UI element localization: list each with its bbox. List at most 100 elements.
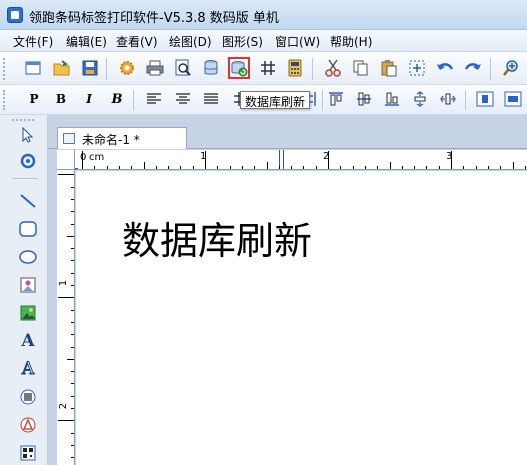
select-all-icon bbox=[409, 60, 425, 76]
vertical-ruler[interactable]: 1 2 bbox=[57, 170, 75, 465]
menu-shape[interactable]: 图形(S) bbox=[222, 33, 263, 50]
ruler-tick bbox=[67, 235, 74, 237]
ruler-tick bbox=[71, 457, 74, 459]
align-middle-button[interactable] bbox=[353, 88, 375, 110]
bold-italic-button[interactable]: B bbox=[106, 88, 128, 110]
ruler-tick bbox=[475, 166, 477, 169]
italic-button[interactable]: I bbox=[78, 88, 100, 110]
bold-button[interactable]: B bbox=[50, 88, 72, 110]
picture-icon bbox=[20, 305, 36, 321]
ruler-tick bbox=[71, 444, 74, 446]
ruler-tick bbox=[94, 166, 96, 169]
align-center-icon bbox=[176, 93, 190, 104]
ruler-tick bbox=[291, 166, 293, 169]
barcode-tool[interactable] bbox=[16, 385, 40, 409]
align-middle-icon bbox=[357, 92, 371, 106]
ruler-number: 0 bbox=[80, 152, 87, 163]
new-document-button[interactable] bbox=[22, 57, 44, 79]
toolbar-grip[interactable] bbox=[3, 90, 6, 110]
document-icon bbox=[63, 133, 75, 144]
align-justify-button[interactable] bbox=[200, 88, 222, 110]
menu-view[interactable]: 查看(V) bbox=[116, 33, 158, 50]
select-tool[interactable] bbox=[16, 123, 40, 147]
save-disk-icon bbox=[82, 60, 98, 76]
grid-button[interactable] bbox=[257, 57, 279, 79]
ruler-tick bbox=[118, 166, 120, 169]
menu-edit[interactable]: 编辑(E) bbox=[66, 33, 107, 50]
distribute-vertical-button[interactable] bbox=[409, 88, 431, 110]
center-horizontal-button[interactable] bbox=[474, 88, 496, 110]
panel-grip[interactable] bbox=[12, 119, 34, 122]
line-icon bbox=[20, 194, 36, 208]
redo-button[interactable] bbox=[462, 57, 484, 79]
qrcode-tool[interactable] bbox=[16, 441, 40, 465]
redo-icon bbox=[464, 63, 481, 70]
gear-icon bbox=[120, 61, 134, 75]
ruler-tick bbox=[71, 309, 74, 311]
zoom-in-button[interactable] bbox=[500, 57, 522, 79]
ruler-tick bbox=[463, 166, 465, 169]
toolbar-grip[interactable] bbox=[3, 58, 6, 80]
main-toolbar bbox=[0, 52, 527, 85]
select-all-button[interactable] bbox=[406, 57, 428, 79]
text-tool[interactable]: A bbox=[16, 329, 40, 353]
database-refresh-button[interactable] bbox=[228, 57, 250, 79]
line-tool[interactable] bbox=[16, 189, 40, 213]
rectangle-tool[interactable] bbox=[16, 217, 40, 241]
tab-document[interactable]: 未命名-1 * bbox=[57, 127, 187, 149]
horizontal-ruler[interactable]: 0 cm 1 2 3 bbox=[75, 150, 527, 170]
ruler-tick bbox=[414, 166, 416, 169]
ruler-tick bbox=[451, 151, 452, 169]
rotate-tool[interactable] bbox=[16, 149, 40, 173]
picture-tool[interactable] bbox=[16, 301, 40, 325]
rotate-icon bbox=[20, 153, 36, 169]
paste-button[interactable] bbox=[378, 57, 400, 79]
ruler-tick bbox=[67, 358, 74, 360]
toolbar-separator bbox=[133, 90, 134, 110]
ruler-tick bbox=[254, 166, 256, 169]
menu-window[interactable]: 窗口(W) bbox=[275, 33, 320, 50]
canvas-text-object[interactable]: 数据库刷新 bbox=[122, 217, 312, 265]
ruler-tick bbox=[58, 420, 74, 422]
ruler-tick bbox=[364, 166, 366, 169]
menu-file[interactable]: 文件(F) bbox=[13, 33, 53, 50]
plain-text-button[interactable]: P bbox=[23, 88, 45, 110]
ruler-tick bbox=[71, 248, 74, 250]
open-button[interactable] bbox=[51, 57, 73, 79]
qr-code-icon bbox=[20, 445, 36, 461]
copy-button[interactable] bbox=[350, 57, 372, 79]
toolbar-separator bbox=[322, 90, 323, 110]
ruler-tick bbox=[58, 174, 74, 176]
ruler-tick bbox=[71, 371, 74, 373]
label-canvas[interactable] bbox=[76, 171, 527, 465]
align-left-button[interactable] bbox=[143, 88, 165, 110]
calculator-button[interactable] bbox=[284, 57, 306, 79]
cut-button[interactable] bbox=[322, 57, 344, 79]
print-button[interactable] bbox=[144, 57, 166, 79]
panel-separator bbox=[12, 178, 38, 179]
app-logo-icon bbox=[7, 7, 23, 23]
align-center-button[interactable] bbox=[172, 88, 194, 110]
shape-tool[interactable] bbox=[16, 413, 40, 437]
ellipse-tool[interactable] bbox=[16, 245, 40, 269]
align-bottom-icon bbox=[385, 92, 399, 106]
undo-button[interactable] bbox=[434, 57, 456, 79]
menu-help[interactable]: 帮助(H) bbox=[330, 33, 372, 50]
center-vertical-button[interactable] bbox=[502, 88, 524, 110]
save-button[interactable] bbox=[79, 57, 101, 79]
image-tool[interactable] bbox=[16, 273, 40, 297]
print-preview-button[interactable] bbox=[172, 57, 194, 79]
ruler-tick bbox=[389, 162, 391, 169]
outline-text-tool[interactable]: A bbox=[16, 357, 40, 381]
distribute-horizontal-button[interactable] bbox=[437, 88, 459, 110]
align-bottom-button[interactable] bbox=[381, 88, 403, 110]
ruler-tick bbox=[180, 166, 182, 169]
triangle-shape-icon bbox=[20, 417, 36, 433]
settings-button[interactable] bbox=[116, 57, 138, 79]
align-top-button[interactable] bbox=[325, 88, 347, 110]
database-button[interactable] bbox=[200, 57, 222, 79]
menu-draw[interactable]: 绘图(D) bbox=[169, 33, 212, 50]
ruler-tick bbox=[512, 162, 514, 169]
printer-icon bbox=[146, 60, 164, 76]
ruler-tick bbox=[303, 166, 305, 169]
